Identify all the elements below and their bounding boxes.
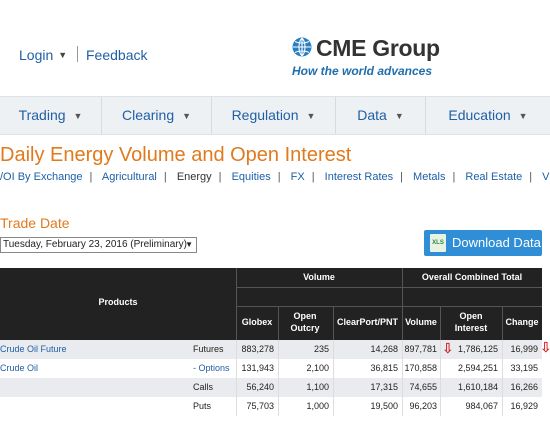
col-globex[interactable]: Globex [236, 317, 278, 327]
nav-data[interactable]: Data ▼ [336, 97, 426, 134]
filter-link[interactable]: Metals [413, 171, 445, 183]
nav-label: Education [448, 107, 511, 123]
col-open-outcry[interactable]: Open Outcry [282, 310, 328, 334]
nav-label: Clearing [121, 107, 175, 123]
caret-down-icon: ▼ [394, 111, 404, 121]
filter-link[interactable]: Equities [232, 171, 271, 183]
col-products: Products [98, 297, 138, 307]
cell-volume: 170,858 [404, 363, 437, 373]
cell-clearport: 19,500 [370, 401, 398, 411]
caret-down-icon: ▼ [518, 111, 528, 121]
cell-outcry: 1,000 [306, 401, 329, 411]
download-label: Download Data [452, 235, 541, 250]
cell-change: 16,999 [510, 344, 538, 354]
nav-clearing[interactable]: Clearing ▼ [102, 97, 212, 134]
caret-down-icon: ▼ [73, 111, 83, 121]
cell-change: 16,266 [510, 382, 538, 392]
cell-volume: 96,203 [409, 401, 437, 411]
nav-label: Trading [18, 107, 66, 123]
cell-globex: 56,240 [246, 382, 274, 392]
cell-open-interest: 2,594,251 [457, 363, 498, 373]
row-type: Puts [193, 401, 212, 411]
col-change[interactable]: Change [502, 317, 542, 327]
nav-label: Data [357, 107, 387, 123]
cell-outcry: 235 [313, 344, 329, 354]
caret-down-icon: ▼ [306, 111, 316, 121]
caret-down-icon: ▼ [182, 111, 192, 121]
trade-date-value: Tuesday, February 23, 2016 (Preliminary) [3, 239, 187, 250]
filter-link[interactable]: Agricultural [102, 171, 157, 183]
col-group-overall: Overall Combined Total [421, 272, 523, 282]
category-filters: /OI By Exchange | Agricultural | Energy | E… [0, 171, 550, 183]
table-row: Calls 56,240 1,100 17,315 74,655 1,610,1… [0, 378, 542, 397]
table-row: Crude Oil - Options 131,943 2,100 36,815… [0, 359, 542, 378]
col-group-volume: Volume [303, 272, 335, 282]
filter-link[interactable]: /OI By Exchange [0, 171, 83, 183]
globe-icon [292, 37, 312, 57]
col-open-interest[interactable]: Open Interest [444, 310, 498, 334]
cell-volume: 74,655 [409, 382, 437, 392]
filter-link-active[interactable]: Energy [177, 171, 212, 183]
cell-clearport: 17,315 [370, 382, 398, 392]
nav-label: Regulation [231, 107, 299, 123]
cell-open-interest: 1,610,184 [457, 382, 498, 392]
divider [77, 46, 78, 62]
nav-education[interactable]: Education ▼ [426, 97, 550, 134]
filter-link[interactable]: Interest Rates [325, 171, 393, 183]
trade-date-label: Trade Date [0, 215, 70, 231]
red-down-arrow-icon: ⇩ [540, 339, 550, 355]
cell-outcry: 1,100 [306, 382, 329, 392]
login-label: Login [19, 47, 54, 63]
product-link[interactable]: Crude Oil [0, 359, 38, 378]
col-volume[interactable]: Volume [402, 317, 440, 327]
caret-down-icon: ▼ [58, 50, 68, 60]
product-link[interactable]: Crude Oil Future [0, 340, 67, 359]
filter-link[interactable]: FX [291, 171, 305, 183]
filter-link[interactable]: V [542, 171, 549, 183]
table-row: Puts 75,703 1,000 19,500 96,203 984,067 … [0, 397, 542, 416]
options-link[interactable]: - Options [193, 359, 230, 378]
main-nav: Trading ▼ Clearing ▼ Regulation ▼ Data ▼ Edu… [0, 96, 550, 135]
cell-clearport: 36,815 [370, 363, 398, 373]
cell-globex: 883,278 [241, 344, 274, 354]
row-type: Futures [193, 344, 224, 354]
nav-regulation[interactable]: Regulation ▼ [212, 97, 336, 134]
red-down-arrow-icon: ⇩ [442, 340, 454, 356]
cell-clearport: 14,268 [370, 344, 398, 354]
logo-text: CME Group [316, 35, 440, 61]
filter-link[interactable]: Real Estate [465, 171, 522, 183]
cell-globex: 131,943 [241, 363, 274, 373]
cell-outcry: 2,100 [306, 363, 329, 373]
cell-change: 33,195 [510, 363, 538, 373]
download-data-button[interactable]: XLS Download Data [424, 230, 542, 256]
cell-globex: 75,703 [246, 401, 274, 411]
tagline: How the world advances [292, 64, 433, 78]
xls-file-icon: XLS [430, 234, 446, 252]
row-type: Calls [193, 382, 214, 392]
cell-open-interest: 984,067 [465, 401, 498, 411]
cell-volume: 897,781 [404, 344, 437, 354]
trade-date-select[interactable]: Tuesday, February 23, 2016 (Preliminary)… [0, 237, 197, 253]
col-clearport[interactable]: ClearPort/PNT [333, 317, 402, 327]
table-row: Crude Oil Future Futures 883,278 235 14,… [0, 340, 542, 359]
page-title: Daily Energy Volume and Open Interest [0, 144, 352, 166]
login-menu[interactable]: Login ▼ [19, 47, 67, 63]
top-header: Login ▼ Feedback CME Group How the world … [0, 0, 550, 96]
feedback-link[interactable]: Feedback [86, 47, 147, 63]
dropdown-arrow-icon: ▼ [185, 240, 193, 249]
nav-trading[interactable]: Trading ▼ [0, 97, 102, 134]
cell-change: 16,929 [510, 401, 538, 411]
table-header: Products Volume Overall Combined Total G… [0, 268, 542, 340]
